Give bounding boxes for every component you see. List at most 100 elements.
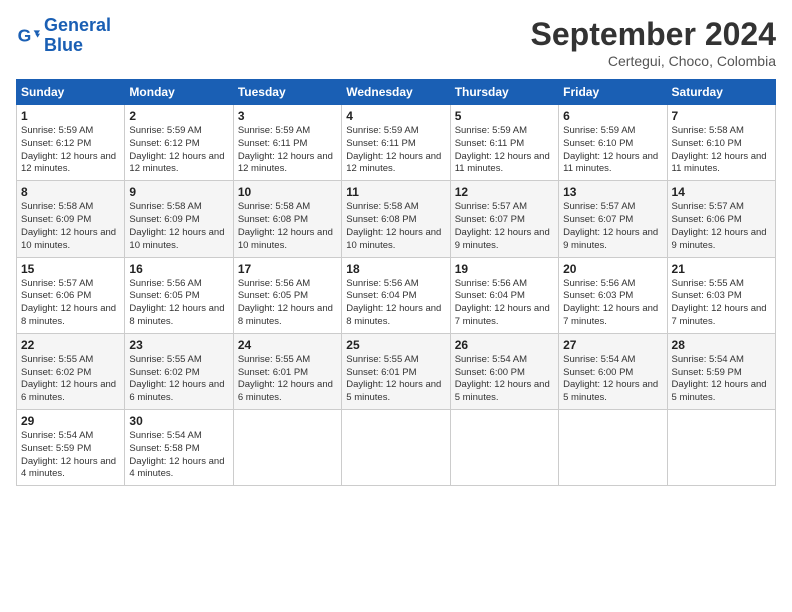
day-info: Sunrise: 5:56 AMSunset: 6:05 PMDaylight:… bbox=[238, 278, 337, 329]
day-cell-14: 14Sunrise: 5:57 AMSunset: 6:06 PMDayligh… bbox=[667, 181, 775, 257]
day-number: 29 bbox=[21, 414, 120, 428]
day-number: 9 bbox=[129, 185, 228, 199]
day-number: 3 bbox=[238, 109, 337, 123]
day-cell-30: 30 Sunrise: 5:54 AMSunset: 5:58 PMDayligh… bbox=[125, 410, 233, 486]
day-number: 17 bbox=[238, 262, 337, 276]
header: G General Blue September 2024 Certegui, … bbox=[16, 16, 776, 69]
day-cell-26: 26 Sunrise: 5:54 AMSunset: 6:00 PMDayligh… bbox=[450, 333, 558, 409]
logo-icon: G bbox=[16, 24, 40, 48]
day-info: Sunrise: 5:59 AMSunset: 6:11 PMDaylight:… bbox=[455, 125, 554, 176]
day-cell-18: 18 Sunrise: 5:56 AMSunset: 6:04 PMDayligh… bbox=[342, 257, 450, 333]
day-cell-2: 2 Sunrise: 5:59 AMSunset: 6:12 PMDaylight… bbox=[125, 105, 233, 181]
day-cell-1: 1 Sunrise: 5:59 AMSunset: 6:12 PMDaylight… bbox=[17, 105, 125, 181]
month-title: September 2024 bbox=[531, 16, 776, 53]
calendar-week-3: 15Sunrise: 5:57 AMSunset: 6:06 PMDayligh… bbox=[17, 257, 776, 333]
day-number: 19 bbox=[455, 262, 554, 276]
col-header-saturday: Saturday bbox=[667, 80, 775, 105]
day-cell-12: 12 Sunrise: 5:57 AMSunset: 6:07 PMDayligh… bbox=[450, 181, 558, 257]
day-number: 11 bbox=[346, 185, 445, 199]
col-header-wednesday: Wednesday bbox=[342, 80, 450, 105]
location-subtitle: Certegui, Choco, Colombia bbox=[531, 53, 776, 69]
day-cell-27: 27 Sunrise: 5:54 AMSunset: 6:00 PMDayligh… bbox=[559, 333, 667, 409]
day-number: 2 bbox=[129, 109, 228, 123]
day-cell-16: 16Sunrise: 5:56 AMSunset: 6:05 PMDayligh… bbox=[125, 257, 233, 333]
calendar-week-1: 1 Sunrise: 5:59 AMSunset: 6:12 PMDaylight… bbox=[17, 105, 776, 181]
day-info: Sunrise: 5:59 AMSunset: 6:11 PMDaylight:… bbox=[238, 125, 337, 176]
day-cell-23: 23Sunrise: 5:55 AMSunset: 6:02 PMDayligh… bbox=[125, 333, 233, 409]
day-number: 1 bbox=[21, 109, 120, 123]
day-info: Sunrise: 5:55 AMSunset: 6:02 PMDaylight:… bbox=[21, 354, 120, 405]
day-cell-10: 10 Sunrise: 5:58 AMSunset: 6:08 PMDayligh… bbox=[233, 181, 341, 257]
day-cell-3: 3 Sunrise: 5:59 AMSunset: 6:11 PMDaylight… bbox=[233, 105, 341, 181]
empty-cell bbox=[450, 410, 558, 486]
day-number: 5 bbox=[455, 109, 554, 123]
empty-cell bbox=[233, 410, 341, 486]
day-info: Sunrise: 5:59 AMSunset: 6:12 PMDaylight:… bbox=[21, 125, 120, 176]
logo-line1: General bbox=[44, 15, 111, 35]
day-number: 10 bbox=[238, 185, 337, 199]
day-number: 28 bbox=[672, 338, 771, 352]
day-number: 6 bbox=[563, 109, 662, 123]
col-header-monday: Monday bbox=[125, 80, 233, 105]
svg-text:G: G bbox=[18, 25, 32, 45]
day-number: 12 bbox=[455, 185, 554, 199]
day-info: Sunrise: 5:54 AMSunset: 6:00 PMDaylight:… bbox=[455, 354, 554, 405]
day-info: Sunrise: 5:56 AMSunset: 6:03 PMDaylight:… bbox=[563, 278, 662, 329]
day-cell-6: 6 Sunrise: 5:59 AMSunset: 6:10 PMDaylight… bbox=[559, 105, 667, 181]
day-cell-5: 5 Sunrise: 5:59 AMSunset: 6:11 PMDaylight… bbox=[450, 105, 558, 181]
calendar-table: SundayMondayTuesdayWednesdayThursdayFrid… bbox=[16, 79, 776, 486]
day-number: 13 bbox=[563, 185, 662, 199]
col-header-tuesday: Tuesday bbox=[233, 80, 341, 105]
day-info: Sunrise: 5:59 AMSunset: 6:11 PMDaylight:… bbox=[346, 125, 445, 176]
day-cell-17: 17 Sunrise: 5:56 AMSunset: 6:05 PMDayligh… bbox=[233, 257, 341, 333]
day-number: 4 bbox=[346, 109, 445, 123]
day-cell-25: 25Sunrise: 5:55 AMSunset: 6:01 PMDayligh… bbox=[342, 333, 450, 409]
day-info: Sunrise: 5:57 AMSunset: 6:07 PMDaylight:… bbox=[455, 201, 554, 252]
day-cell-19: 19Sunrise: 5:56 AMSunset: 6:04 PMDayligh… bbox=[450, 257, 558, 333]
calendar-header-row: SundayMondayTuesdayWednesdayThursdayFrid… bbox=[17, 80, 776, 105]
day-cell-11: 11 Sunrise: 5:58 AMSunset: 6:08 PMDayligh… bbox=[342, 181, 450, 257]
day-info: Sunrise: 5:59 AMSunset: 6:10 PMDaylight:… bbox=[563, 125, 662, 176]
day-number: 18 bbox=[346, 262, 445, 276]
day-number: 16 bbox=[129, 262, 228, 276]
day-info: Sunrise: 5:58 AMSunset: 6:09 PMDaylight:… bbox=[21, 201, 120, 252]
day-info: Sunrise: 5:56 AMSunset: 6:04 PMDaylight:… bbox=[346, 278, 445, 329]
calendar-week-5: 29Sunrise: 5:54 AMSunset: 5:59 PMDayligh… bbox=[17, 410, 776, 486]
logo-text: General Blue bbox=[44, 16, 111, 56]
day-number: 15 bbox=[21, 262, 120, 276]
day-number: 20 bbox=[563, 262, 662, 276]
day-cell-4: 4 Sunrise: 5:59 AMSunset: 6:11 PMDaylight… bbox=[342, 105, 450, 181]
day-cell-13: 13 Sunrise: 5:57 AMSunset: 6:07 PMDayligh… bbox=[559, 181, 667, 257]
empty-cell bbox=[667, 410, 775, 486]
day-number: 30 bbox=[129, 414, 228, 428]
day-number: 25 bbox=[346, 338, 445, 352]
day-number: 8 bbox=[21, 185, 120, 199]
day-info: Sunrise: 5:58 AMSunset: 6:08 PMDaylight:… bbox=[238, 201, 337, 252]
day-info: Sunrise: 5:55 AMSunset: 6:01 PMDaylight:… bbox=[238, 354, 337, 405]
day-info: Sunrise: 5:58 AMSunset: 6:08 PMDaylight:… bbox=[346, 201, 445, 252]
day-number: 26 bbox=[455, 338, 554, 352]
title-block: September 2024 Certegui, Choco, Colombia bbox=[531, 16, 776, 69]
day-number: 22 bbox=[21, 338, 120, 352]
day-info: Sunrise: 5:59 AMSunset: 6:12 PMDaylight:… bbox=[129, 125, 228, 176]
day-info: Sunrise: 5:54 AMSunset: 5:58 PMDaylight:… bbox=[129, 430, 228, 481]
day-number: 27 bbox=[563, 338, 662, 352]
day-info: Sunrise: 5:54 AMSunset: 5:59 PMDaylight:… bbox=[672, 354, 771, 405]
day-cell-9: 9Sunrise: 5:58 AMSunset: 6:09 PMDaylight… bbox=[125, 181, 233, 257]
day-cell-15: 15Sunrise: 5:57 AMSunset: 6:06 PMDayligh… bbox=[17, 257, 125, 333]
day-cell-29: 29Sunrise: 5:54 AMSunset: 5:59 PMDayligh… bbox=[17, 410, 125, 486]
day-number: 21 bbox=[672, 262, 771, 276]
calendar-week-2: 8 Sunrise: 5:58 AMSunset: 6:09 PMDaylight… bbox=[17, 181, 776, 257]
day-cell-7: 7Sunrise: 5:58 AMSunset: 6:10 PMDaylight… bbox=[667, 105, 775, 181]
day-info: Sunrise: 5:54 AMSunset: 6:00 PMDaylight:… bbox=[563, 354, 662, 405]
col-header-friday: Friday bbox=[559, 80, 667, 105]
day-cell-8: 8 Sunrise: 5:58 AMSunset: 6:09 PMDaylight… bbox=[17, 181, 125, 257]
day-number: 7 bbox=[672, 109, 771, 123]
day-info: Sunrise: 5:57 AMSunset: 6:06 PMDaylight:… bbox=[672, 201, 771, 252]
day-cell-21: 21Sunrise: 5:55 AMSunset: 6:03 PMDayligh… bbox=[667, 257, 775, 333]
empty-cell bbox=[559, 410, 667, 486]
day-cell-28: 28 Sunrise: 5:54 AMSunset: 5:59 PMDayligh… bbox=[667, 333, 775, 409]
empty-cell bbox=[342, 410, 450, 486]
day-info: Sunrise: 5:57 AMSunset: 6:07 PMDaylight:… bbox=[563, 201, 662, 252]
day-cell-22: 22 Sunrise: 5:55 AMSunset: 6:02 PMDayligh… bbox=[17, 333, 125, 409]
